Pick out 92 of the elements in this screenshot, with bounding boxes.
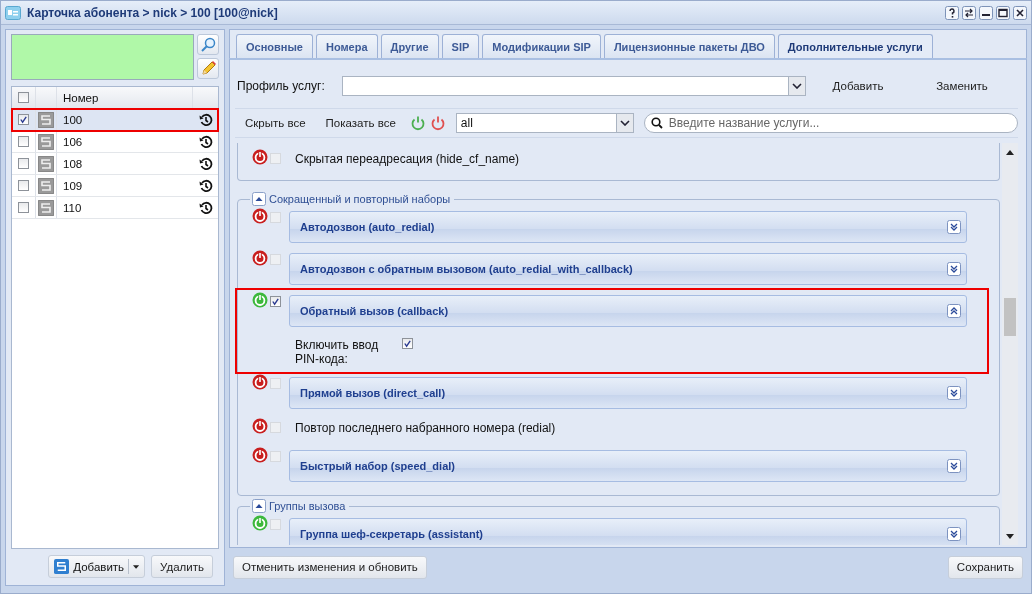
search-button[interactable] xyxy=(197,34,219,55)
expand-icon[interactable] xyxy=(947,386,961,400)
zigzag-icon xyxy=(38,133,54,150)
maximize-icon[interactable] xyxy=(996,5,1010,20)
close-icon[interactable] xyxy=(1013,5,1027,20)
show-all-button[interactable]: Показать все xyxy=(315,117,406,129)
checkbox[interactable] xyxy=(18,180,29,191)
number-cell: 110 xyxy=(63,201,82,214)
help-icon[interactable] xyxy=(945,5,959,20)
zigzag-icon xyxy=(38,199,54,216)
history-icon[interactable] xyxy=(198,200,213,215)
service-panel[interactable]: Прямой вызов (direct_call) xyxy=(289,377,967,409)
collapse-icon[interactable] xyxy=(252,499,266,513)
history-icon[interactable] xyxy=(198,134,213,149)
caret-icon[interactable] xyxy=(133,564,141,569)
expand-icon[interactable] xyxy=(947,262,961,276)
history-icon[interactable] xyxy=(198,178,213,193)
expand-icon[interactable] xyxy=(947,527,961,541)
note-field[interactable] xyxy=(11,34,194,80)
tab[interactable]: Лицензионные пакеты ДВО xyxy=(603,34,775,58)
group-title: Сокращенный и повторный наборы xyxy=(269,193,451,205)
zigzag-icon xyxy=(38,111,54,128)
history-icon[interactable] xyxy=(198,156,213,171)
tab[interactable]: SIP xyxy=(441,34,480,58)
expand-icon[interactable] xyxy=(947,304,961,318)
table-row[interactable]: 110 xyxy=(12,197,218,219)
chevron-down-icon[interactable] xyxy=(792,83,802,89)
group-title: Группы вызова xyxy=(269,500,346,512)
tab[interactable]: Модификации SIP xyxy=(482,34,601,58)
option-label: Включить ввод PIN-кода: xyxy=(295,338,380,366)
checkbox[interactable] xyxy=(18,202,29,213)
tab[interactable]: Основные xyxy=(236,34,313,58)
number-cell: 109 xyxy=(63,179,83,192)
search-field[interactable]: Введите название услуги... xyxy=(643,113,1018,133)
swap-icon[interactable] xyxy=(962,5,976,20)
add-button[interactable]: Добавить xyxy=(48,555,146,578)
collapse-icon[interactable] xyxy=(252,192,266,206)
hide-all-button[interactable]: Скрыть все xyxy=(235,117,316,129)
expand-icon[interactable] xyxy=(947,459,961,473)
scroll-thumb[interactable] xyxy=(1004,298,1016,336)
number-cell: 100 xyxy=(63,113,83,126)
service-panel[interactable]: Группа шеф-секретарь (assistant) xyxy=(289,518,967,545)
service-panel[interactable]: Автодозвон (auto_redial) xyxy=(289,211,967,243)
tab[interactable]: Другие xyxy=(380,34,439,58)
power-icon[interactable] xyxy=(252,250,268,266)
tab[interactable]: Дополнительные услуги xyxy=(777,34,933,59)
scroll-down-icon[interactable] xyxy=(1006,534,1014,539)
power-icon[interactable] xyxy=(252,418,268,434)
table-row[interactable]: 100 xyxy=(12,109,218,131)
cancel-button[interactable]: Отменить изменения и обновить xyxy=(233,555,427,579)
window-title: Карточка абонента > nick > 100 [100@nick] xyxy=(27,5,278,20)
checkbox[interactable] xyxy=(18,136,29,147)
service-name: Скрытая переадресация (hide_cf_name) xyxy=(295,152,520,168)
table-row[interactable]: 109 xyxy=(12,175,218,197)
chevron-down-icon[interactable] xyxy=(619,120,630,126)
checkbox[interactable] xyxy=(18,92,29,103)
power-icon[interactable] xyxy=(429,115,446,131)
scrollbar[interactable] xyxy=(1002,143,1018,545)
checkbox[interactable] xyxy=(18,114,29,125)
add-profile-button[interactable]: Добавить xyxy=(806,80,910,92)
power-icon[interactable] xyxy=(252,149,268,165)
save-button[interactable]: Сохранить xyxy=(947,555,1023,579)
edit-button[interactable] xyxy=(197,58,219,79)
power-icon[interactable] xyxy=(252,208,268,224)
number-cell: 106 xyxy=(63,135,83,148)
zigzag-icon xyxy=(38,155,54,172)
search-icon xyxy=(650,117,663,129)
checkbox[interactable] xyxy=(270,296,281,307)
filter-select[interactable]: all xyxy=(455,113,634,133)
zigzag-icon xyxy=(38,177,54,194)
checkbox[interactable] xyxy=(402,338,413,349)
power-icon[interactable] xyxy=(252,374,268,390)
delete-button[interactable]: Удалить xyxy=(151,555,213,578)
power-icon[interactable] xyxy=(252,447,268,463)
number-cell: 108 xyxy=(63,157,83,170)
service-panel[interactable]: Автодозвон с обратным вызовом (auto_redial_with_callback) xyxy=(289,253,967,285)
expand-icon[interactable] xyxy=(947,220,961,234)
service-panel[interactable]: Быстрый набор (speed_dial) xyxy=(289,450,967,482)
zigzag-icon xyxy=(54,559,70,574)
table-row[interactable]: 106 xyxy=(12,131,218,153)
scroll-up-icon[interactable] xyxy=(1006,150,1014,155)
service-panel[interactable]: Обратный вызов (callback) xyxy=(289,295,967,327)
history-icon[interactable] xyxy=(198,112,213,127)
card-icon xyxy=(5,5,21,20)
minimize-icon[interactable] xyxy=(979,5,993,20)
profile-label: Профиль услуг: xyxy=(236,79,326,93)
checkbox[interactable] xyxy=(18,158,29,169)
replace-button[interactable]: Заменить xyxy=(910,80,1014,92)
column-header[interactable]: Номер xyxy=(63,91,99,104)
service-name: Повтор последнего набранного номера (redial) xyxy=(295,421,556,437)
tab[interactable]: Номера xyxy=(315,34,378,58)
table-row[interactable]: 108 xyxy=(12,153,218,175)
